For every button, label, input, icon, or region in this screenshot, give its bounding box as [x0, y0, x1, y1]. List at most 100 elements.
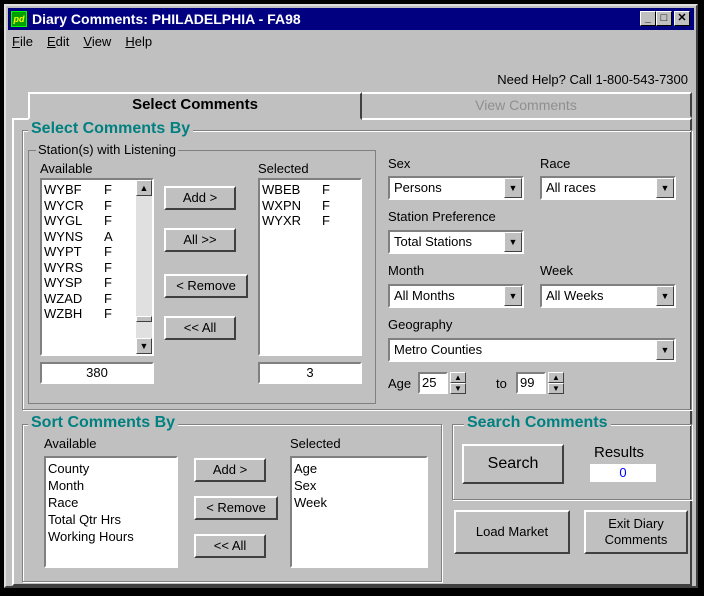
age-from-stepper[interactable]: ▲ ▼: [450, 372, 466, 394]
sort-add-button[interactable]: Add >: [194, 458, 266, 482]
chevron-down-icon[interactable]: ▼: [656, 286, 674, 306]
close-button[interactable]: ✕: [674, 11, 690, 26]
sort-field-item[interactable]: Month: [48, 477, 134, 494]
sort-field-item[interactable]: Race: [48, 494, 134, 511]
sort-field-item[interactable]: Sex: [294, 477, 327, 494]
station-band: F: [322, 182, 330, 197]
race-label: Race: [540, 156, 571, 171]
sort-remove-all-button[interactable]: << All: [194, 534, 266, 558]
exit-diary-comments-button[interactable]: Exit Diary Comments: [584, 510, 688, 554]
sort-field-item[interactable]: Age: [294, 460, 327, 477]
sort-field-item[interactable]: Total Qtr Hrs: [48, 511, 134, 528]
sort-selected-list[interactable]: Age Sex Week: [290, 456, 428, 568]
station-band: F: [104, 259, 112, 275]
selected-list-item[interactable]: WYXR F: [260, 213, 360, 229]
chevron-down-icon[interactable]: ▼: [656, 178, 674, 198]
available-stations-label: Available: [40, 161, 93, 176]
station-call-letters: WYNS: [44, 228, 83, 244]
tab-select-comments[interactable]: Select Comments: [28, 92, 362, 120]
stations-title: Station(s) with Listening: [36, 142, 179, 157]
station-band: F: [104, 197, 112, 213]
sex-value: Persons: [394, 180, 442, 195]
race-select[interactable]: All races ▼: [540, 176, 676, 200]
sort-field-item[interactable]: County: [48, 460, 134, 477]
month-value: All Months: [394, 288, 455, 303]
title-bar[interactable]: pd Diary Comments: PHILADELPHIA - FA98 _…: [8, 8, 694, 30]
station-band: F: [104, 213, 112, 228]
available-list-item[interactable]: WYCR F: [42, 198, 136, 214]
available-stations-list[interactable]: WYBF F WYCR F WYGL F WYNS A WYPT F WYRS F WYSP F WZAD F…: [40, 178, 154, 356]
spin-down-icon[interactable]: ▼: [548, 383, 564, 394]
available-scrollbar[interactable]: ▲ ▼: [136, 180, 152, 354]
available-list-item[interactable]: WZAD F: [42, 291, 136, 307]
sex-select[interactable]: Persons ▼: [388, 176, 524, 200]
search-button[interactable]: Search: [462, 444, 564, 484]
app-window: pd Diary Comments: PHILADELPHIA - FA98 _…: [4, 4, 698, 588]
selected-list-item[interactable]: WBEB F: [260, 182, 360, 198]
app-logo-icon: pd: [11, 11, 27, 27]
menu-view[interactable]: View: [83, 34, 111, 49]
sort-field-item[interactable]: Week: [294, 494, 327, 511]
sort-available-list[interactable]: County Month Race Total Qtr Hrs Working Hour…: [44, 456, 178, 568]
week-label: Week: [540, 263, 573, 278]
remove-station-button[interactable]: < Remove: [164, 274, 248, 298]
station-call-letters: WYXR: [262, 213, 301, 228]
spin-up-icon[interactable]: ▲: [548, 372, 564, 383]
station-call-letters: WYSP: [44, 275, 83, 290]
available-list-item[interactable]: WYSP F: [42, 275, 136, 291]
month-select[interactable]: All Months ▼: [388, 284, 524, 308]
spin-down-icon[interactable]: ▼: [450, 383, 466, 394]
age-from-input[interactable]: 25: [418, 372, 448, 394]
available-list-item[interactable]: WYBF F: [42, 182, 136, 198]
tab-view-comments[interactable]: View Comments: [360, 92, 692, 118]
scroll-thumb[interactable]: [136, 316, 152, 322]
available-list-item[interactable]: WYPT F: [42, 244, 136, 260]
station-band: F: [104, 244, 112, 259]
station-call-letters: WYPT: [44, 244, 82, 259]
chevron-down-icon[interactable]: ▼: [504, 232, 522, 252]
chevron-down-icon[interactable]: ▼: [504, 286, 522, 306]
remove-all-stations-button[interactable]: << All: [164, 316, 236, 340]
spin-up-icon[interactable]: ▲: [450, 372, 466, 383]
available-list-item[interactable]: WYRS F: [42, 260, 136, 276]
available-list-item[interactable]: WYNS A: [42, 229, 136, 245]
window-title: Diary Comments: PHILADELPHIA - FA98: [32, 11, 301, 27]
menu-edit[interactable]: Edit: [47, 34, 69, 49]
sort-field-item[interactable]: Working Hours: [48, 528, 134, 545]
minimize-button[interactable]: _: [640, 11, 656, 26]
geography-select[interactable]: Metro Counties ▼: [388, 338, 676, 362]
week-select[interactable]: All Weeks ▼: [540, 284, 676, 308]
station-preference-select[interactable]: Total Stations ▼: [388, 230, 524, 254]
station-call-letters: WYRS: [44, 259, 83, 275]
available-count: 380: [40, 362, 154, 384]
selected-stations-list[interactable]: WBEB F WXPN F WYXR F: [258, 178, 362, 356]
chevron-down-icon[interactable]: ▼: [656, 340, 674, 360]
scroll-down-icon[interactable]: ▼: [136, 338, 152, 354]
selected-list-item[interactable]: WXPN F: [260, 198, 360, 214]
station-call-letters: WZBH: [44, 306, 83, 321]
selected-count: 3: [258, 362, 362, 384]
age-to-stepper[interactable]: ▲ ▼: [548, 372, 564, 394]
station-call-letters: WYCR: [44, 197, 84, 213]
sort-remove-button[interactable]: < Remove: [194, 496, 278, 520]
available-list-item[interactable]: WZBH F: [42, 306, 136, 322]
menu-file[interactable]: File: [12, 34, 33, 49]
station-call-letters: WYGL: [44, 213, 83, 228]
add-station-button[interactable]: Add >: [164, 186, 236, 210]
search-comments-title: Search Comments: [464, 414, 611, 432]
station-band: F: [322, 197, 330, 213]
help-phone-text: Need Help? Call 1-800-543-7300: [497, 72, 688, 87]
add-all-stations-button[interactable]: All >>: [164, 228, 236, 252]
geography-value: Metro Counties: [394, 342, 483, 357]
scroll-up-icon[interactable]: ▲: [136, 180, 152, 196]
menu-bar: File Edit View Help: [12, 34, 166, 52]
menu-help[interactable]: Help: [125, 34, 152, 49]
results-label: Results: [594, 444, 645, 461]
age-to-input[interactable]: 99: [516, 372, 546, 394]
available-list-item[interactable]: WYGL F: [42, 213, 136, 229]
load-market-button[interactable]: Load Market: [454, 510, 570, 554]
selected-stations-label: Selected: [258, 161, 309, 176]
sort-comments-title: Sort Comments By: [28, 414, 179, 432]
chevron-down-icon[interactable]: ▼: [504, 178, 522, 198]
maximize-button[interactable]: □: [656, 11, 672, 26]
